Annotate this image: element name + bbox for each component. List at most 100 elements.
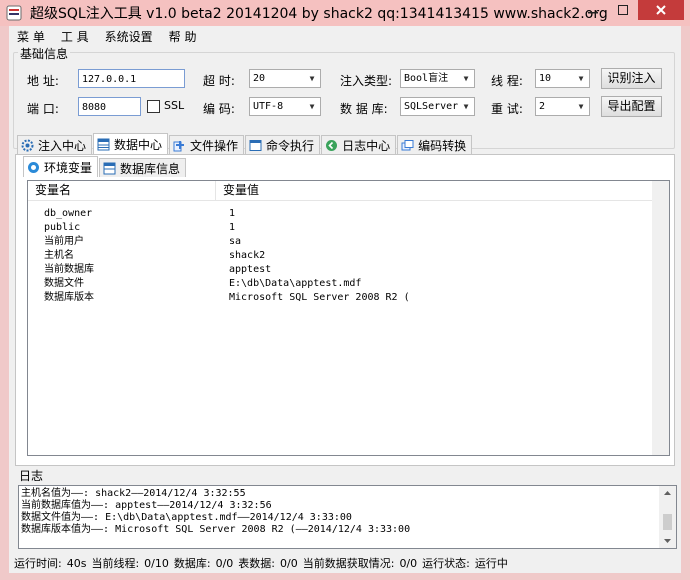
menu-tools[interactable]: 工 具 xyxy=(53,27,97,47)
database-select[interactable]: SQLServer ▼ xyxy=(400,97,475,116)
table-row[interactable]: public 1 xyxy=(28,221,652,235)
tab-log-center[interactable]: 日志中心 xyxy=(321,135,397,154)
chevron-down-icon: ▼ xyxy=(463,74,469,83)
menu-help[interactable]: 帮 助 xyxy=(161,27,205,47)
timeout-select[interactable]: 20 ▼ xyxy=(249,69,321,88)
minimize-button[interactable] xyxy=(578,0,608,20)
timeout-value: 20 xyxy=(253,73,266,84)
cell-value: sa xyxy=(229,236,242,247)
tables-status-value: 0/0 xyxy=(280,556,298,570)
log-label: 日志 xyxy=(19,469,44,483)
table-row[interactable]: db_owner 1 xyxy=(28,207,652,221)
tab-label: 编码转换 xyxy=(418,138,467,153)
tab-label: 命令执行 xyxy=(266,138,315,153)
ssl-checkbox[interactable] xyxy=(147,100,160,113)
cell-name: 数据文件 xyxy=(44,278,84,289)
table-row[interactable]: 当前用户 sa xyxy=(28,235,652,249)
menu-bar: 菜 单 工 具 系统设置 帮 助 xyxy=(9,26,681,48)
tab-injection-center[interactable]: 注入中心 xyxy=(17,135,93,154)
threads-status-label: 当前线程: xyxy=(91,557,140,570)
run-state-label: 运行状态: xyxy=(422,557,470,570)
cell-value: 1 xyxy=(229,208,236,219)
status-bar: 运行时间: 40s 当前线程: 0/10 数据库: 0/0 表数据: 0/0 当… xyxy=(9,553,681,573)
tab-data-center[interactable]: 数据中心 xyxy=(93,133,169,154)
table-row[interactable]: 当前数据库 apptest xyxy=(28,263,652,277)
port-label: 端 口: xyxy=(27,102,59,116)
close-icon xyxy=(656,5,666,15)
export-config-button[interactable]: 导出配置 xyxy=(601,96,662,117)
address-input[interactable]: 127.0.0.1 xyxy=(78,69,185,88)
address-label: 地 址: xyxy=(27,74,59,88)
chevron-down-icon: ▼ xyxy=(578,74,584,83)
main-tabs: 注入中心 数据中心 文件操作 命令执行 日志中心 编码转换 xyxy=(17,133,473,155)
title-bar[interactable]: 超级SQL注入工具 v1.0 beta2 20141204 by shack2 … xyxy=(0,0,690,26)
code-icon xyxy=(401,139,414,150)
menu-main[interactable]: 菜 单 xyxy=(9,27,53,47)
tables-status-label: 表数据: xyxy=(238,557,276,570)
cell-value: Microsoft SQL Server 2008 R2 ( xyxy=(229,292,410,303)
database-icon xyxy=(97,138,110,150)
cell-value: 1 xyxy=(229,222,236,233)
subtab-database-info[interactable]: 数据库信息 xyxy=(99,158,187,177)
run-time-value: 40s xyxy=(66,556,87,570)
chevron-down-icon: ▼ xyxy=(463,102,469,111)
cell-value: shack2 xyxy=(229,250,266,261)
port-input[interactable]: 8080 xyxy=(78,97,141,116)
tab-file-operations[interactable]: 文件操作 xyxy=(169,135,245,154)
cell-value: apptest xyxy=(229,264,272,275)
ssl-label: SSL xyxy=(164,99,185,112)
chevron-down-icon: ▼ xyxy=(578,102,584,111)
tab-encoding-conversion[interactable]: 编码转换 xyxy=(397,135,473,154)
basic-info-title: 基础信息 xyxy=(18,45,71,62)
column-variable-name[interactable]: 变量名 xyxy=(28,181,71,200)
log-icon xyxy=(326,139,338,151)
threads-value: 10 xyxy=(539,73,552,84)
database-value: SQLServer xyxy=(404,101,459,112)
log-line: 当前数据库值为——: apptest——2014/12/4 3:32:56 xyxy=(21,500,272,511)
close-button[interactable] xyxy=(638,0,684,20)
subtab-label: 数据库信息 xyxy=(120,161,181,176)
menu-settings[interactable]: 系统设置 xyxy=(97,27,161,47)
timeout-label: 超 时: xyxy=(203,74,235,88)
log-line: 数据文件值为——: E:\db\Data\apptest.mdf——2014/1… xyxy=(21,512,352,523)
table-icon xyxy=(103,162,116,174)
encoding-select[interactable]: UTF-8 ▼ xyxy=(249,97,321,116)
retry-select[interactable]: 2 ▼ xyxy=(535,97,590,116)
app-icon xyxy=(6,5,22,21)
info-icon xyxy=(28,161,39,173)
retry-label: 重 试: xyxy=(491,102,523,116)
subtab-label: 环境变量 xyxy=(44,160,93,175)
cell-value: E:\db\Data\apptest.mdf xyxy=(229,278,362,289)
db-status-value: 0/0 xyxy=(215,556,234,570)
maximize-button[interactable] xyxy=(608,0,638,20)
chevron-down-icon: ▼ xyxy=(309,74,315,83)
column-variable-value[interactable]: 变量值 xyxy=(216,181,259,200)
identify-injection-button[interactable]: 识别注入 xyxy=(601,68,662,89)
retry-value: 2 xyxy=(539,101,546,112)
subtab-environment-variables[interactable]: 环境变量 xyxy=(23,156,99,177)
threads-select[interactable]: 10 ▼ xyxy=(535,69,590,88)
threads-label: 线 程: xyxy=(491,74,523,88)
cell-name: 主机名 xyxy=(44,250,74,261)
encoding-value: UTF-8 xyxy=(253,101,284,112)
inject-type-select[interactable]: Bool盲注 ▼ xyxy=(400,69,475,88)
tab-command-execution[interactable]: 命令执行 xyxy=(245,135,321,154)
table-row[interactable]: 数据文件 E:\db\Data\apptest.mdf xyxy=(28,277,652,291)
maximize-icon xyxy=(618,5,628,15)
window-title: 超级SQL注入工具 v1.0 beta2 20141204 by shack2 … xyxy=(30,6,608,22)
environment-variables-list[interactable]: 变量名 变量值 db_owner 1 public 1 当前用户 sa 主机名 … xyxy=(27,180,670,456)
fetch-status-label: 当前数据获取情况: xyxy=(302,557,395,570)
cell-name: 当前用户 xyxy=(44,236,84,247)
table-row[interactable]: 数据库版本 Microsoft SQL Server 2008 R2 ( xyxy=(28,291,652,305)
log-vertical-scrollbar[interactable] xyxy=(659,486,676,548)
list-vertical-scrollbar[interactable] xyxy=(652,181,669,455)
main-window: 菜 单 工 具 系统设置 帮 助 基础信息 地 址: 127.0.0.1 端 口… xyxy=(9,26,681,573)
tab-label: 数据中心 xyxy=(114,137,163,152)
table-row[interactable]: 主机名 shack2 xyxy=(28,249,652,263)
cell-name: public xyxy=(44,222,81,233)
cell-name: 数据库版本 xyxy=(44,292,94,303)
fetch-status-value: 0/0 xyxy=(399,556,418,570)
run-time-label: 运行时间: xyxy=(14,557,62,570)
log-textarea[interactable]: 主机名值为——: shack2——2014/12/4 3:32:55 当前数据库… xyxy=(18,485,677,549)
terminal-icon xyxy=(249,139,262,151)
